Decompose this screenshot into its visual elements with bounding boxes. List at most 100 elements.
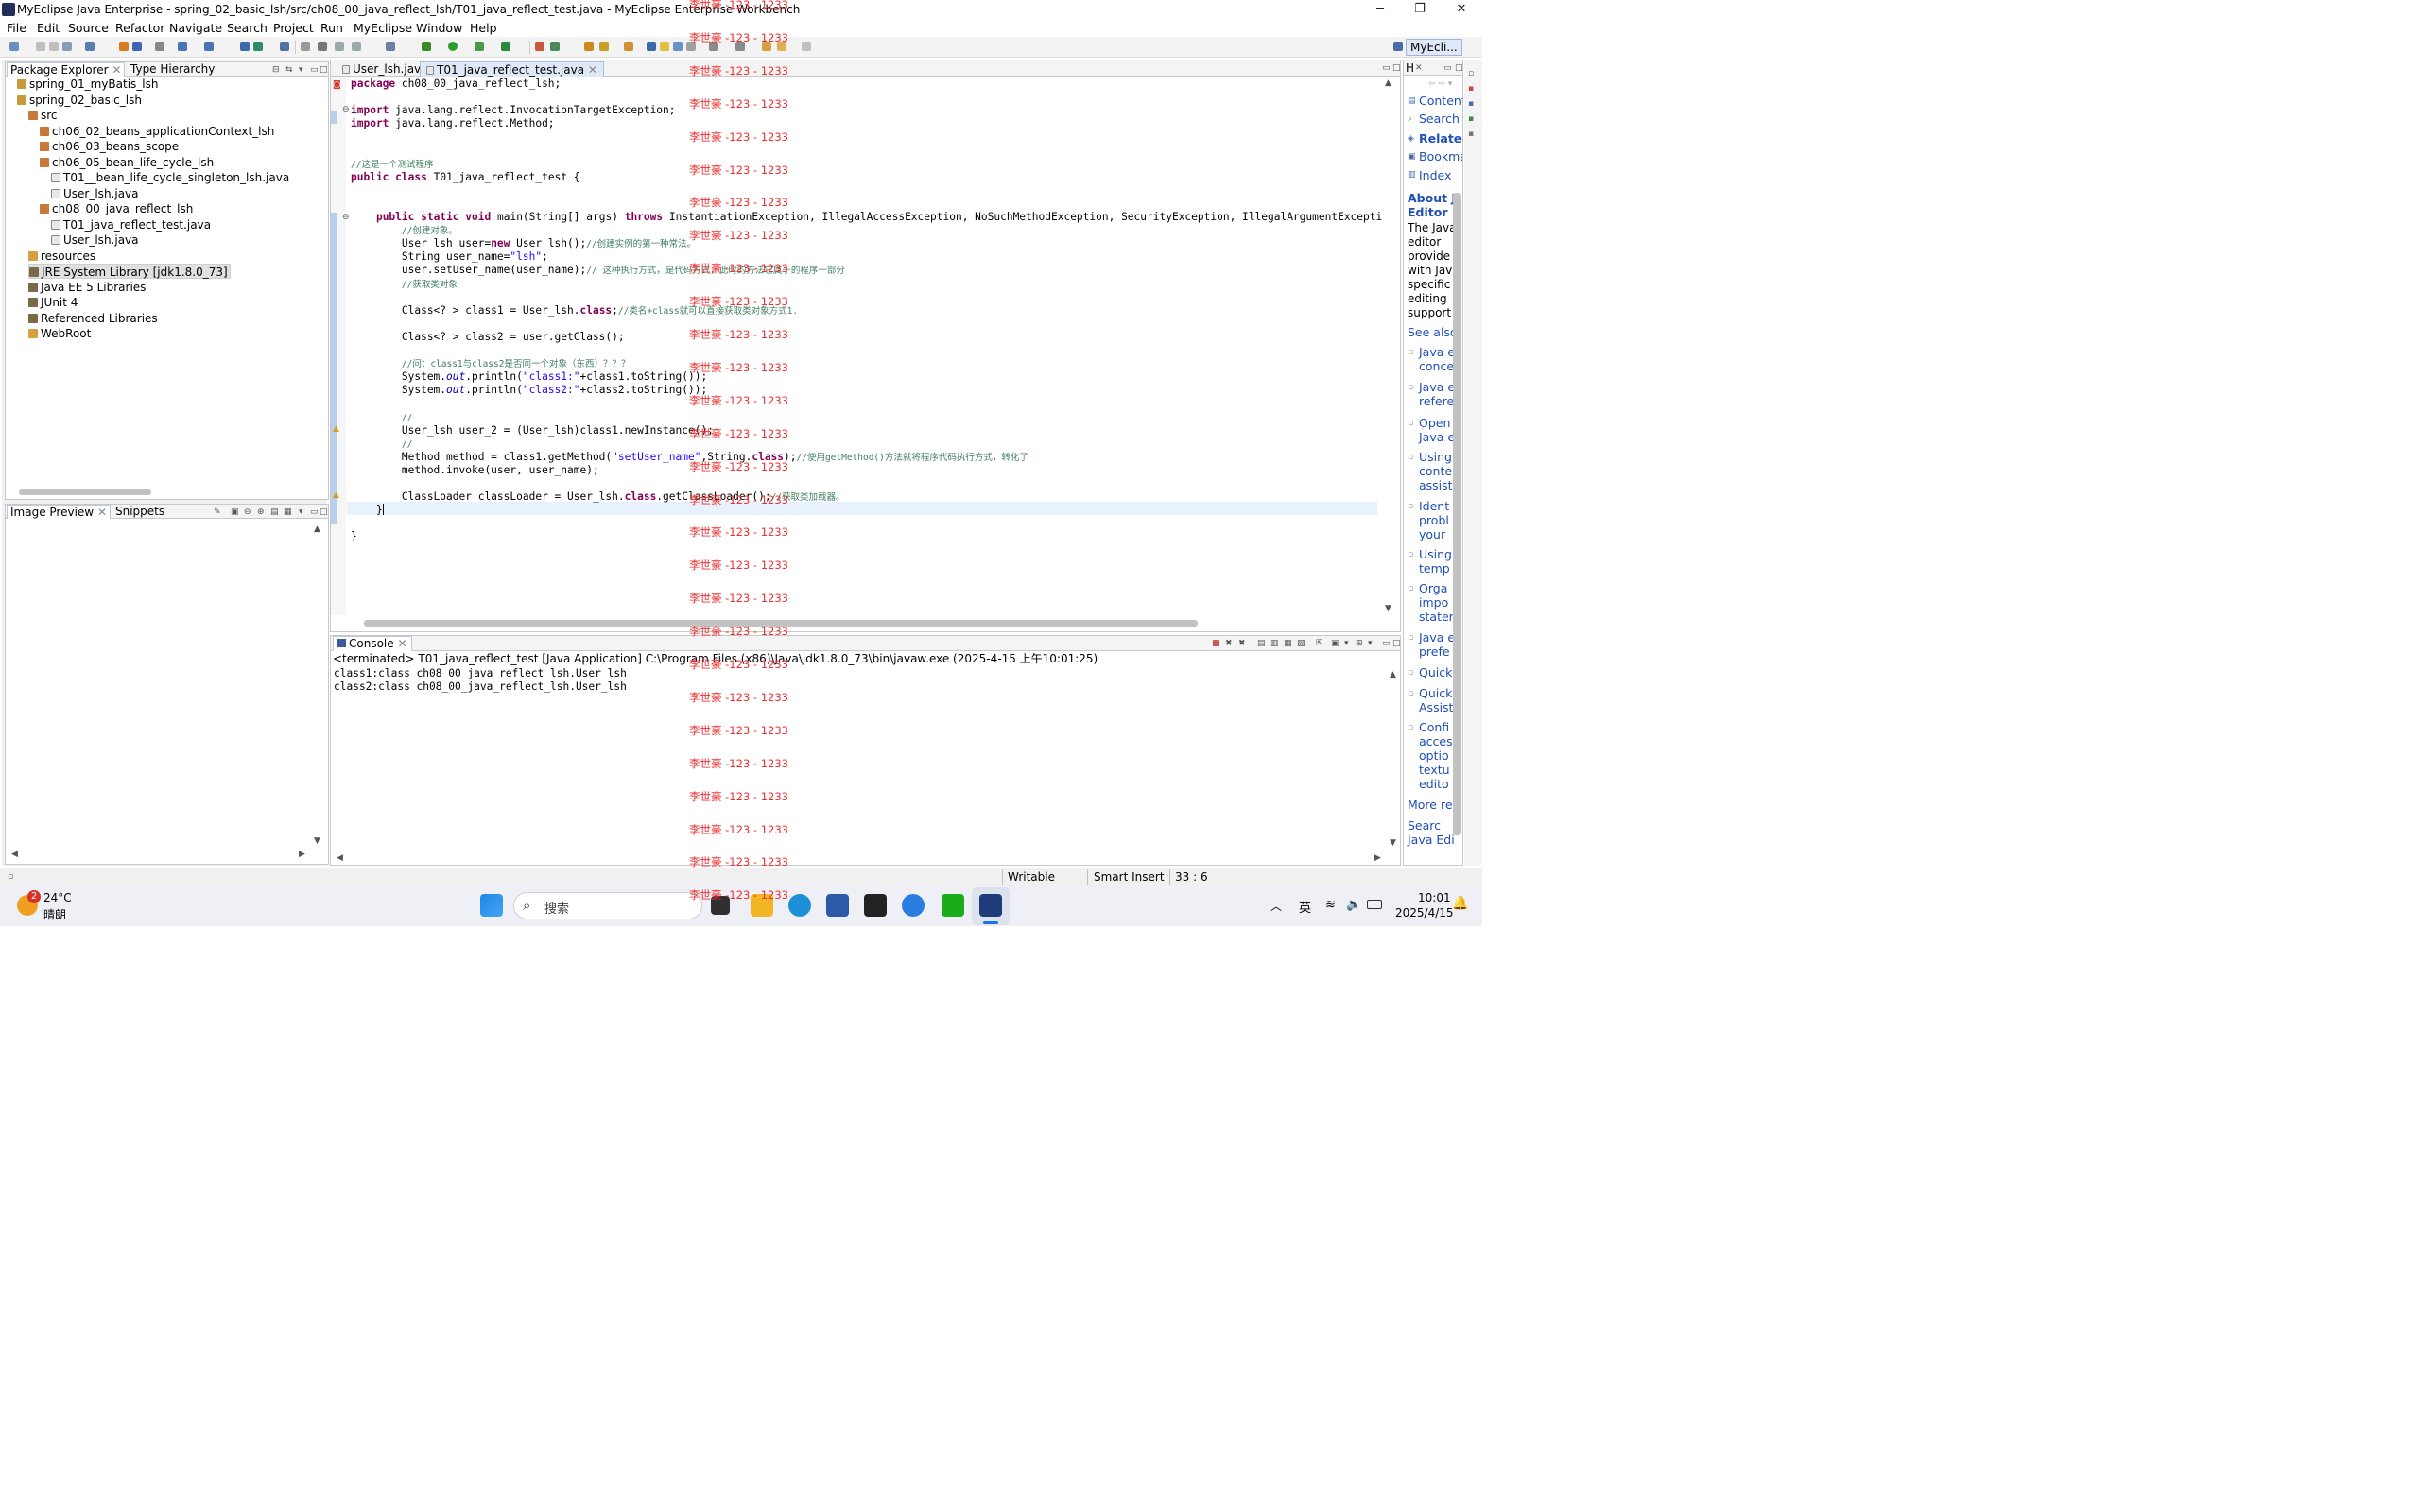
forward-icon[interactable] — [802, 42, 811, 51]
fast-view-icon[interactable]: ▫ — [8, 872, 13, 882]
taskbar-search-box[interactable]: ⌕ 搜索 — [513, 892, 702, 919]
open-type-icon[interactable] — [119, 42, 129, 51]
scroll-left-icon[interactable]: ◀ — [11, 850, 18, 859]
help-topic-link[interactable]: Orga impo stater — [1419, 581, 1454, 624]
minimize-view-icon[interactable]: ▭ — [310, 65, 319, 75]
help-link-search[interactable]: Search — [1419, 112, 1460, 126]
menu-file[interactable]: File — [7, 21, 26, 35]
help-link-related[interactable]: Relatec — [1419, 131, 1462, 146]
show-hidden-icons-icon[interactable]: ︿ — [1270, 898, 1282, 914]
tree-item-ch06-02[interactable]: ch06_02_beans_applicationContext_lsh — [40, 124, 274, 139]
scroll-down-icon[interactable]: ▼ — [1385, 604, 1392, 613]
back-icon[interactable] — [777, 42, 786, 51]
print-icon[interactable] — [62, 42, 72, 51]
tab-package-explorer[interactable]: Package Explorer ✕ — [7, 62, 126, 77]
next-annotation-icon[interactable] — [709, 42, 718, 51]
notification-bell-icon[interactable]: 🔔 — [1452, 896, 1468, 911]
maximize-view-icon[interactable]: □ — [320, 507, 328, 517]
restore-icon[interactable]: ▫ — [1468, 69, 1474, 78]
help-topic-link[interactable]: Quick Assist — [1419, 686, 1453, 714]
edge-dev-icon[interactable] — [902, 894, 925, 917]
menu-refactor[interactable]: Refactor — [115, 21, 164, 35]
help-topic-link[interactable]: Open Java e — [1419, 416, 1455, 444]
edge-browser-icon[interactable] — [788, 894, 811, 917]
zoom-out-icon[interactable]: ⊖ — [244, 507, 251, 517]
tree-item-webroot[interactable]: WebRoot — [28, 326, 91, 341]
external-tools-icon[interactable] — [501, 42, 510, 51]
wifi-icon[interactable]: ≋ — [1325, 898, 1336, 912]
menu-project[interactable]: Project — [273, 21, 314, 35]
close-icon[interactable]: ✕ — [1415, 63, 1423, 73]
open-console-icon[interactable]: ⊞ — [1356, 639, 1363, 648]
tree-item-ch06-03[interactable]: ch06_03_beans_scope — [40, 139, 179, 154]
vertical-scrollbar[interactable] — [1453, 193, 1461, 835]
close-icon[interactable]: ✕ — [97, 506, 107, 519]
windows-start-icon[interactable] — [480, 894, 503, 917]
wechat-icon[interactable] — [942, 894, 964, 917]
tree-item-spring-02[interactable]: spring_02_basic_lsh — [17, 93, 142, 108]
tab-t01-java-reflect-test[interactable]: T01_java_reflect_test.java ✕ — [420, 61, 604, 77]
run-last-icon[interactable] — [475, 42, 484, 51]
horizontal-scrollbar[interactable] — [19, 489, 151, 495]
block-select-icon[interactable] — [673, 42, 683, 51]
collapse-all-icon[interactable]: ⊟ — [272, 65, 280, 75]
help-link-contents[interactable]: Content — [1419, 94, 1462, 108]
tasks-icon[interactable]: ▪ — [1468, 114, 1474, 124]
display-console-icon[interactable]: ▣ — [1331, 639, 1340, 648]
menu-source[interactable]: Source — [68, 21, 109, 35]
minimize-button[interactable]: ─ — [1359, 0, 1401, 19]
vertical-scrollbar[interactable]: ▲ ▼ — [1385, 77, 1394, 615]
tab-type-hierarchy[interactable]: Type Hierarchy — [128, 62, 217, 77]
dropdown-icon[interactable]: ▾ — [1344, 639, 1349, 648]
dropdown-icon[interactable]: ▾ — [1368, 639, 1373, 648]
back-icon[interactable]: ⇦ ⇨ ▾ — [1428, 79, 1452, 89]
highlight-icon[interactable] — [660, 42, 669, 51]
remove-all-icon[interactable]: ✖ — [1238, 639, 1246, 648]
minimize-view-icon[interactable]: ▭ — [1382, 63, 1391, 73]
close-icon[interactable]: ✕ — [397, 637, 406, 650]
minimize-view-icon[interactable]: ▭ — [1443, 63, 1452, 73]
scroll-down-icon[interactable]: ▼ — [314, 836, 320, 846]
browser-icon[interactable] — [280, 42, 289, 51]
code-editor[interactable]: ◙ ⊖ ⊖ ▲ ▲ package ch08_00_java_reflect_l… — [330, 77, 1401, 632]
maximize-view-icon[interactable]: □ — [1455, 63, 1462, 73]
clear-console-icon[interactable]: ▥ — [1270, 639, 1279, 648]
tree-item-resources[interactable]: resources — [28, 249, 95, 264]
tab-image-preview[interactable]: Image Preview ✕ — [7, 505, 111, 519]
volume-muted-icon[interactable]: 🔈 — [1346, 898, 1361, 912]
tree-item-jre[interactable]: JRE System Library [jdk1.8.0_73] — [28, 264, 231, 279]
actual-size-icon[interactable]: ▤ — [270, 507, 279, 517]
view-menu-icon[interactable]: ▾ — [299, 507, 303, 517]
help-search-footer[interactable]: Searc Java Edi — [1408, 818, 1455, 847]
minimize-view-icon[interactable]: ▭ — [1382, 639, 1391, 648]
link-editor-icon[interactable]: ⇆ — [285, 65, 293, 75]
remove-launch-icon[interactable]: ✖ — [1225, 639, 1233, 648]
scroll-lock-icon[interactable]: ▤ — [1257, 639, 1266, 648]
servers-icon[interactable]: ▪ — [1468, 129, 1474, 139]
web-services-icon[interactable] — [240, 42, 250, 51]
minimize-view-icon[interactable]: ▭ — [310, 507, 319, 517]
fit-window-icon[interactable]: ▦ — [284, 507, 292, 517]
open-resource-icon[interactable] — [132, 42, 142, 51]
tree-item-spring-01[interactable]: spring_01_myBatis_lsh — [17, 77, 159, 92]
scroll-right-icon[interactable]: ▶ — [1374, 853, 1381, 863]
tree-item-user-lsh-2[interactable]: User_lsh.java — [51, 232, 139, 248]
show-console-stderr-icon[interactable]: ▧ — [1297, 639, 1305, 648]
tree-item-javaee[interactable]: Java EE 5 Libraries — [28, 280, 146, 295]
save-icon[interactable] — [36, 42, 45, 51]
deploy-icon[interactable] — [178, 42, 187, 51]
microsoft-store-icon[interactable] — [826, 894, 849, 917]
tree-item-user-lsh-1[interactable]: User_lsh.java — [51, 186, 139, 201]
new-server-icon[interactable] — [85, 42, 95, 51]
view-menu-icon[interactable]: ▾ — [299, 65, 303, 75]
close-icon[interactable]: ✕ — [112, 63, 121, 77]
help-topic-link[interactable]: Using conte assist — [1419, 450, 1453, 492]
help-link-index[interactable]: Index — [1419, 168, 1451, 182]
run-icon[interactable] — [448, 42, 458, 51]
tab-snippets[interactable]: Snippets — [112, 505, 167, 519]
tree-item-ch08-00[interactable]: ch08_00_java_reflect_lsh — [40, 201, 193, 216]
pin-console-icon[interactable]: ⇱ — [1316, 639, 1323, 648]
myeclipse-taskbar-button[interactable] — [972, 887, 1010, 925]
scroll-left-icon[interactable]: ◀ — [337, 853, 343, 863]
taskbar-clock-time[interactable]: 10:01 — [1418, 891, 1451, 904]
